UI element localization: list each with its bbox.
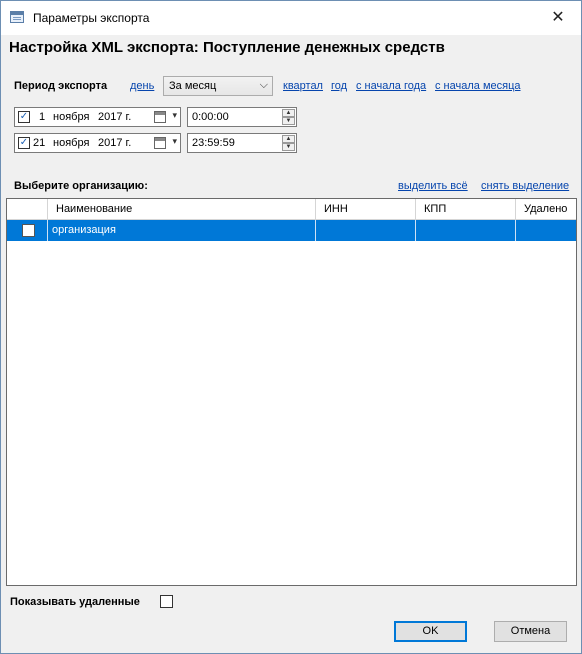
time-from-value: 0:00:00	[192, 111, 229, 123]
time-from-field[interactable]: 0:00:00 ▲ ▼	[187, 107, 297, 127]
table-row[interactable]: организация	[7, 220, 576, 241]
period-year-link[interactable]: год	[331, 80, 347, 92]
dropdown-arrow-icon[interactable]: ▾	[172, 136, 177, 147]
dropdown-arrow-icon[interactable]: ▾	[172, 110, 177, 121]
period-select[interactable]: За месяц ⌵	[163, 76, 273, 96]
calendar-icon[interactable]	[154, 111, 166, 123]
row-kpp[interactable]	[416, 220, 516, 241]
window-app-icon	[10, 11, 24, 23]
period-label: Период экспорта	[14, 80, 108, 92]
table-header-check	[7, 199, 48, 220]
org-label: Выберите организацию:	[14, 180, 148, 192]
period-month-start-link[interactable]: с начала месяца	[435, 80, 521, 92]
window-title: Параметры экспорта	[33, 11, 150, 25]
table-header: Наименование ИНН КПП Удалено	[7, 199, 576, 220]
time-to-field[interactable]: 23:59:59 ▲ ▼	[187, 133, 297, 153]
column-header-inn[interactable]: ИНН	[316, 199, 416, 220]
date-from-month: ноября	[53, 111, 90, 123]
row-check-cell	[7, 220, 48, 241]
row-checkbox[interactable]	[22, 224, 35, 237]
column-header-deleted[interactable]: Удалено	[516, 199, 576, 220]
ok-button[interactable]: OK	[394, 621, 467, 642]
date-from-day: 1	[39, 111, 46, 123]
chevron-down-icon: ⌵	[259, 79, 268, 91]
cancel-button[interactable]: Отмена	[494, 621, 567, 642]
date-to-picker[interactable]: ✓ 21 ноября 2017 г. ▾	[14, 133, 181, 153]
date-to-year: 2017 г.	[98, 137, 132, 149]
date-to-checkbox[interactable]: ✓	[18, 137, 30, 149]
row-name[interactable]: организация	[48, 220, 316, 241]
column-header-kpp[interactable]: КПП	[416, 199, 516, 220]
spin-down-icon[interactable]: ▼	[282, 117, 295, 125]
period-quarter-link[interactable]: квартал	[283, 80, 323, 92]
page-title: Настройка XML экспорта: Поступление дене…	[9, 39, 445, 56]
spin-down-icon[interactable]: ▼	[282, 143, 295, 151]
date-to-month: ноября	[53, 137, 90, 149]
select-all-link[interactable]: выделить всё	[398, 180, 468, 192]
close-icon[interactable]: ✕	[535, 1, 581, 35]
spin-up-icon[interactable]: ▲	[282, 135, 295, 143]
org-table[interactable]: Наименование ИНН КПП Удалено организация	[6, 198, 577, 586]
spin-up-icon[interactable]: ▲	[282, 109, 295, 117]
date-from-year: 2017 г.	[98, 111, 132, 123]
time-to-spinner[interactable]: ▲ ▼	[282, 135, 295, 151]
row-inn[interactable]	[316, 220, 416, 241]
date-to-day: 21	[33, 137, 46, 149]
date-from-picker[interactable]: ✓ 1 ноября 2017 г. ▾	[14, 107, 181, 127]
period-year-start-link[interactable]: с начала года	[356, 80, 426, 92]
export-dialog: Параметры экспорта ✕ Настройка XML экспо…	[0, 0, 582, 654]
show-deleted-checkbox[interactable]	[160, 595, 173, 608]
show-deleted-label: Показывать удаленные	[10, 596, 140, 608]
row-deleted[interactable]	[516, 220, 576, 241]
date-from-checkbox[interactable]: ✓	[18, 111, 30, 123]
deselect-all-link[interactable]: снять выделение	[481, 180, 569, 192]
time-from-spinner[interactable]: ▲ ▼	[282, 109, 295, 125]
time-to-value: 23:59:59	[192, 137, 235, 149]
period-day-link[interactable]: день	[130, 80, 154, 92]
title-bar: Параметры экспорта ✕	[1, 1, 581, 35]
calendar-icon[interactable]	[154, 137, 166, 149]
period-select-value: За месяц	[169, 80, 217, 92]
column-header-name[interactable]: Наименование	[48, 199, 316, 220]
